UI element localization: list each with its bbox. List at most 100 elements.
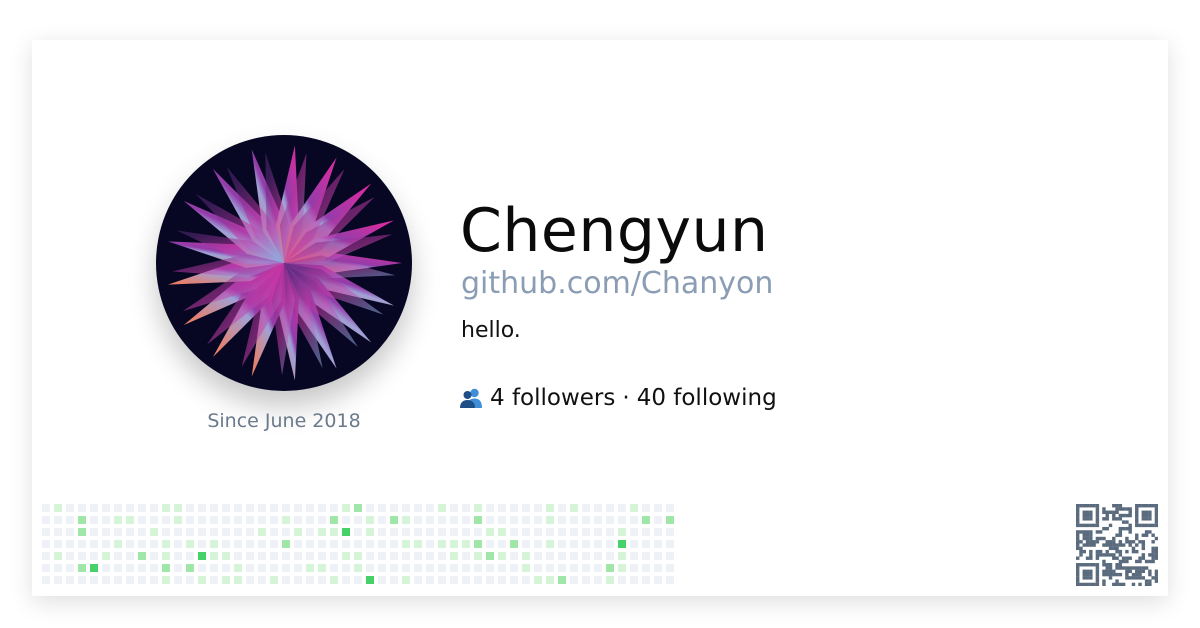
qr-module [1121,507,1126,511]
qr-module [1082,543,1086,547]
contribution-day-cell [366,528,374,536]
qr-module [1095,569,1100,574]
contribution-day-cell [102,528,110,536]
qr-module [1095,576,1100,580]
contribution-day-cell [66,564,74,572]
qr-module [1095,582,1100,586]
contribution-day-cell [282,552,290,560]
qr-module [1089,513,1093,518]
profile-url-link[interactable]: github.com/Chanyon [461,266,773,301]
contribution-day-cell [174,540,182,548]
qr-module [1151,553,1155,557]
qr-module [1141,546,1146,551]
qr-module [1082,533,1086,537]
contribution-day-cell [54,516,62,524]
qr-module [1108,553,1113,557]
qr-module [1089,533,1093,537]
qr-module [1082,517,1086,521]
contribution-day-cell [90,528,98,536]
contribution-day-cell [174,504,182,512]
qr-module [1076,530,1080,534]
qr-module [1118,507,1123,511]
qr-module [1121,520,1126,524]
contribution-day-cell [234,504,242,512]
contribution-day-cell [378,528,386,536]
qr-module [1102,536,1106,541]
following-count-link[interactable]: 40 following [637,385,777,411]
qr-module [1118,530,1123,534]
stats-separator: · [622,385,630,411]
qr-module [1141,540,1146,544]
qr-module [1079,523,1083,528]
qr-module [1154,520,1158,524]
contribution-day-cell [486,552,494,560]
qr-module [1105,543,1109,547]
contribution-day-cell [570,504,578,512]
contribution-day-cell [174,576,182,584]
qr-module [1148,569,1152,574]
contribution-day-cell [510,516,518,524]
qr-module [1151,546,1155,551]
contribution-day-cell [318,516,326,524]
qr-module [1121,582,1126,586]
qr-module [1082,523,1086,528]
qr-module [1148,517,1152,521]
qr-module [1095,553,1100,557]
contribution-day-cell [534,516,542,524]
qr-module [1108,523,1113,528]
contribution-day-cell [258,528,266,536]
contribution-day-cell [42,504,50,512]
contribution-day-cell [402,540,410,548]
qr-module [1131,540,1136,544]
contribution-day-cell [534,528,542,536]
qr-module [1076,579,1080,583]
qr-module [1095,523,1100,528]
followers-count-link[interactable]: 4 followers [490,385,615,411]
qr-module [1105,526,1109,531]
contribution-day-cell [90,552,98,560]
contribution-day-cell [438,564,446,572]
people-icon [460,388,482,408]
contribution-day-cell [210,564,218,572]
qr-module [1102,543,1106,547]
contribution-day-cell [282,516,290,524]
qr-module [1138,523,1142,528]
qr-module [1079,504,1083,508]
qr-module [1076,576,1080,580]
contribution-day-cell [582,540,590,548]
qr-module [1125,556,1129,560]
contribution-day-cell [642,504,650,512]
contribution-day-cell [186,576,194,584]
qr-module [1118,563,1123,567]
display-name: Chengyun [460,196,769,266]
contribution-day-cell [618,540,626,548]
contribution-day-cell [462,576,470,584]
contribution-day-cell [54,528,62,536]
contribution-day-cell [186,504,194,512]
qr-module [1125,526,1129,531]
qr-module [1079,582,1083,586]
qr-module [1131,546,1136,551]
contribution-day-cell [354,540,362,548]
contribution-day-cell [438,528,446,536]
qr-module [1148,579,1152,583]
qr-module [1085,530,1090,534]
qr-module [1082,504,1086,508]
qr-module [1098,549,1103,554]
qr-module [1112,556,1116,560]
contribution-day-cell [414,552,422,560]
contribution-day-cell [354,576,362,584]
qr-module [1098,530,1103,534]
contribution-day-cell [462,516,470,524]
qr-module [1151,540,1155,544]
contribution-day-cell [138,564,146,572]
contribution-day-cell [354,516,362,524]
qr-module [1095,536,1100,541]
contribution-day-cell [222,564,230,572]
qr-module [1135,507,1139,511]
qr-module [1141,510,1146,514]
contribution-day-cell [234,552,242,560]
qr-module [1154,507,1158,511]
contribution-day-cell [522,564,530,572]
qr-module [1151,556,1155,560]
